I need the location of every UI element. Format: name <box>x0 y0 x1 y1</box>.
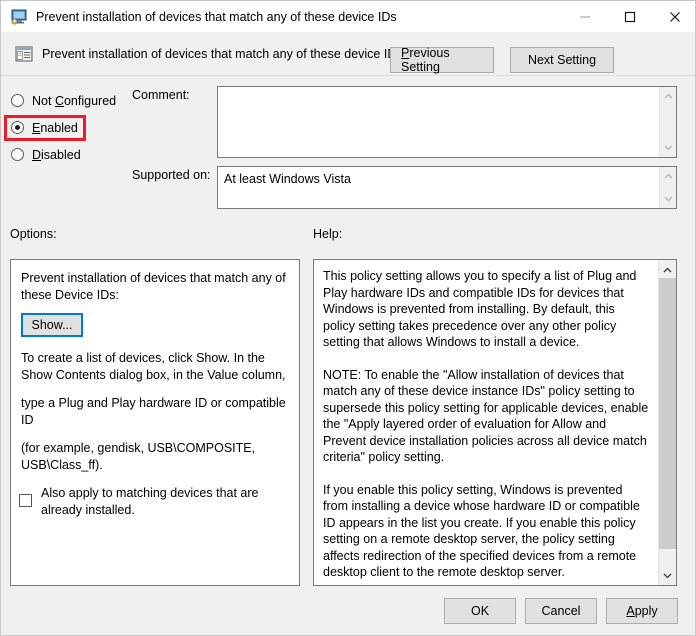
supported-on-textbox: At least Windows Vista <box>217 166 677 209</box>
radio-disabled-label: Disabled <box>32 147 81 162</box>
options-heading: Prevent installation of devices that mat… <box>21 271 286 302</box>
radio-not-configured[interactable]: Not Configured <box>11 87 131 114</box>
comment-input[interactable] <box>218 87 659 157</box>
apply-accel: A <box>626 604 635 618</box>
ok-button[interactable]: OK <box>444 598 516 624</box>
options-instruction-1: type a Plug and Play hardware ID or comp… <box>21 396 286 427</box>
radio-enabled-mark <box>11 121 24 134</box>
supported-on-value: At least Windows Vista <box>224 172 351 186</box>
comment-scrollbar[interactable] <box>659 87 676 157</box>
show-button[interactable]: Show... <box>21 313 83 337</box>
also-apply-checkbox-row[interactable]: Also apply to matching devices that are … <box>19 485 289 519</box>
setting-title: Prevent installation of devices that mat… <box>42 46 403 61</box>
help-scrollbar[interactable] <box>658 260 676 585</box>
also-apply-checkbox[interactable] <box>19 494 32 507</box>
supported-on-scroll-down-icon[interactable] <box>660 192 677 206</box>
radio-disabled-mark <box>11 148 24 161</box>
help-scroll-up-icon[interactable] <box>659 261 676 278</box>
setting-nav-buttons: Previous Setting Next Setting <box>390 46 614 74</box>
next-setting-button[interactable]: Next Setting <box>510 47 614 73</box>
apply-label-rest: pply <box>634 604 658 618</box>
also-apply-checkbox-label: Also apply to matching devices that are … <box>41 486 259 517</box>
radio-enabled[interactable]: Enabled <box>11 114 131 141</box>
help-text: This policy setting allows you to specif… <box>314 260 658 585</box>
supported-on-scroll-up-icon[interactable] <box>660 169 677 183</box>
options-instruction-0: To create a list of devices, click Show.… <box>21 351 286 382</box>
apply-button[interactable]: Apply <box>606 598 678 624</box>
help-label: Help: <box>313 227 343 241</box>
cancel-button[interactable]: Cancel <box>525 598 597 624</box>
group-policy-setting-icon <box>15 45 33 63</box>
window-title: Prevent installation of devices that mat… <box>36 9 397 24</box>
close-icon[interactable] <box>652 1 695 32</box>
comment-label: Comment: <box>132 88 190 102</box>
state-radio-group: Not Configured Enabled Disabled <box>11 87 131 168</box>
radio-disabled[interactable]: Disabled <box>11 141 131 168</box>
title-bar: Prevent installation of devices that mat… <box>1 1 695 32</box>
help-scroll-down-icon[interactable] <box>659 567 676 584</box>
options-label: Options: <box>10 227 57 241</box>
help-panel: This policy setting allows you to specif… <box>313 259 677 586</box>
comment-textbox[interactable] <box>217 86 677 158</box>
help-paragraph-1: NOTE: To enable the "Allow installation … <box>323 367 649 465</box>
minimize-icon[interactable] <box>562 1 607 32</box>
radio-not-configured-label: Not Configured <box>32 93 117 108</box>
options-panel: Prevent installation of devices that mat… <box>10 259 300 586</box>
policy-setting-dialog: Prevent installation of devices that mat… <box>0 0 696 636</box>
supported-on-label: Supported on: <box>132 168 211 182</box>
help-paragraph-0: This policy setting allows you to specif… <box>323 269 637 349</box>
radio-enabled-label: Enabled <box>32 120 78 135</box>
options-instruction-2: (for example, gendisk, USB\COMPOSITE, US… <box>21 441 256 472</box>
supported-on-scrollbar[interactable] <box>659 167 676 208</box>
help-scrollbar-thumb[interactable] <box>659 278 676 549</box>
help-paragraph-2: If you enable this policy setting, Windo… <box>323 482 640 580</box>
maximize-icon[interactable] <box>607 1 652 32</box>
policy-monitor-icon <box>10 9 28 25</box>
window-controls <box>562 1 695 32</box>
comment-scroll-up-icon[interactable] <box>660 89 677 103</box>
radio-not-configured-mark <box>11 94 24 107</box>
previous-setting-label-rest: revious Setting <box>401 46 450 74</box>
previous-setting-button[interactable]: Previous Setting <box>390 46 494 74</box>
comment-scroll-down-icon[interactable] <box>660 141 677 155</box>
dialog-footer-buttons: OK Cancel Apply <box>444 598 678 624</box>
